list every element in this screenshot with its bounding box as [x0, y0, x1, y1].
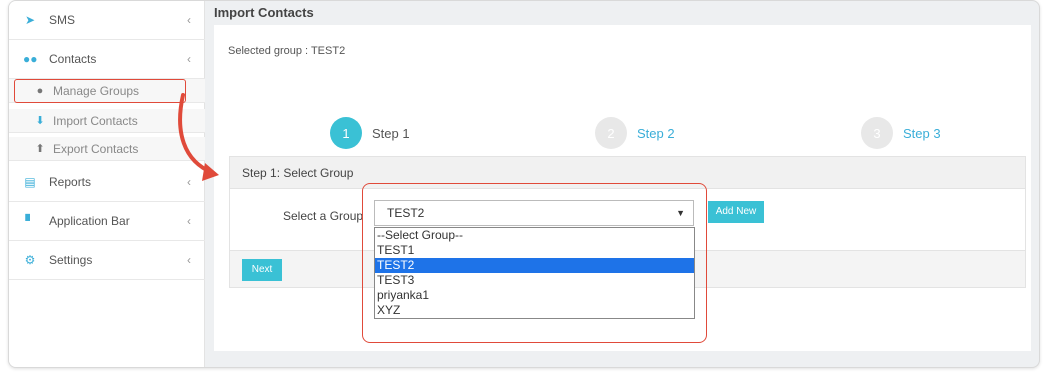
annotation-arrow-icon [178, 93, 219, 181]
sidebar-item-sms[interactable]: ➤ SMS ‹ [9, 1, 205, 40]
download-icon: ⬇ [35, 115, 45, 127]
chevron-left-icon: ‹ [187, 13, 191, 27]
highlight-group-dropdown [362, 183, 707, 343]
users-icon: ●● [23, 52, 38, 66]
app-window: ➤ SMS ‹ ●● Contacts ‹ ● Manage Groups ⬇ … [8, 0, 1040, 368]
select-group-label: Select a Group [283, 209, 364, 223]
sidebar-subitem-label: Import Contacts [53, 113, 138, 128]
step-3: 3 Step 3 [861, 117, 941, 149]
file-icon: ▤ [24, 175, 36, 189]
highlight-manage-groups [14, 79, 186, 103]
add-new-button[interactable]: Add New [708, 201, 764, 223]
sidebar-item-label: SMS [49, 13, 76, 27]
next-button[interactable]: Next [242, 259, 282, 281]
sidebar-item-label: Reports [49, 175, 92, 189]
chevron-left-icon: ‹ [187, 214, 191, 228]
step-number: 3 [861, 117, 893, 149]
step-2: 2 Step 2 [595, 117, 675, 149]
step-1: 1 Step 1 [330, 117, 410, 149]
selected-group-text: Selected group : TEST2 [228, 45, 346, 57]
step-label: Step 2 [637, 125, 675, 141]
page-title: Import Contacts [214, 5, 314, 20]
send-icon: ➤ [24, 13, 36, 27]
sidebar-item-contacts[interactable]: ●● Contacts ‹ [9, 40, 205, 79]
chevron-left-icon: ‹ [187, 52, 191, 66]
sidebar-item-label: Settings [49, 253, 93, 267]
page-header: Import Contacts [214, 1, 1031, 25]
cart-icon: ▘ [25, 214, 35, 228]
step-number: 2 [595, 117, 627, 149]
step-number: 1 [330, 117, 362, 149]
sidebar-item-label: Contacts [49, 52, 97, 66]
sidebar-item-application-bar[interactable]: ▘ Application Bar ‹ [9, 202, 205, 241]
step-label: Step 3 [903, 125, 941, 141]
sidebar-item-label: Application Bar [49, 214, 130, 228]
sidebar-item-settings[interactable]: ⚙ Settings ‹ [9, 241, 205, 280]
sidebar-subitem-label: Export Contacts [53, 141, 139, 156]
step-label: Step 1 [372, 125, 410, 141]
upload-icon: ⬆ [35, 143, 45, 155]
cogs-icon: ⚙ [24, 253, 36, 267]
chevron-left-icon: ‹ [187, 253, 191, 267]
